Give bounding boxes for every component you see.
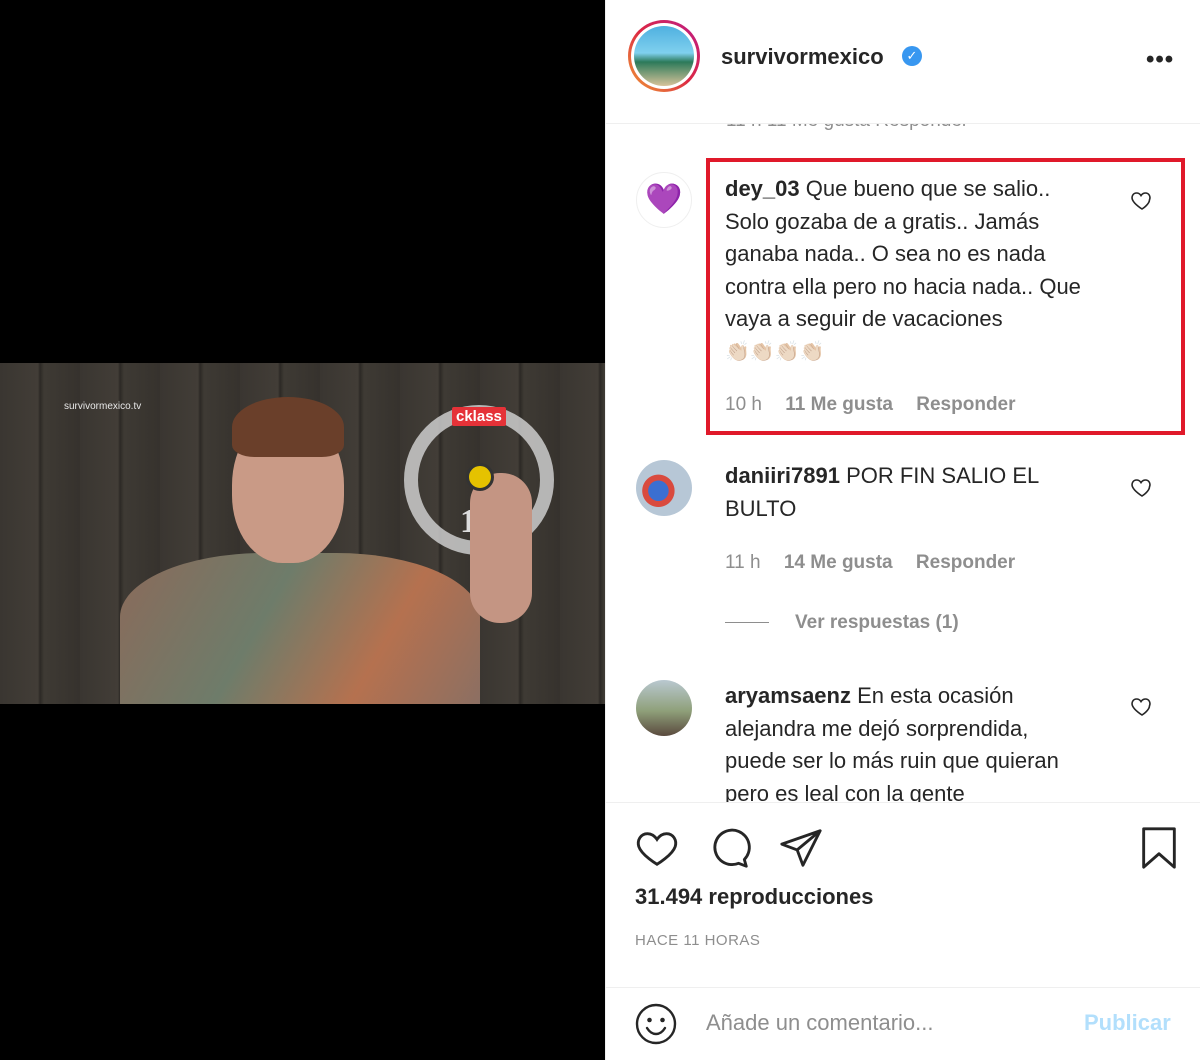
like-comment-heart-icon[interactable] — [1130, 475, 1154, 499]
reply-button[interactable]: Responder — [916, 552, 1015, 573]
post-timestamp: HACE 11 HORAS — [635, 932, 761, 949]
comment-meta: 10 h 11 Me gusta Responder — [725, 394, 1034, 416]
sponsor-logo: cklass — [452, 407, 506, 426]
publish-button[interactable]: Publicar — [1084, 1010, 1171, 1036]
view-replies-label: Ver respuestas (1) — [795, 612, 959, 633]
comment-username[interactable]: daniiri7891 — [725, 463, 840, 488]
cut-off-comment-meta: 11 h 11 Me gusta Responder — [726, 124, 968, 132]
post-panel: survivormexico ✓ ••• 11 h 11 Me gusta Re… — [605, 0, 1200, 1060]
save-bookmark-icon[interactable] — [1136, 825, 1182, 871]
comment-likes[interactable]: 14 Me gusta — [784, 552, 893, 573]
comment-emojis: 👏🏼👏🏼👏🏼👏🏼 — [725, 340, 825, 363]
comment-icon[interactable] — [706, 825, 752, 871]
comment-time[interactable]: 10 h — [725, 394, 762, 415]
commenter-avatar[interactable]: 💜 — [636, 172, 692, 228]
like-comment-heart-icon[interactable] — [1130, 694, 1154, 718]
profile-avatar[interactable] — [628, 20, 700, 92]
comment-username[interactable]: aryamsaenz — [725, 683, 851, 708]
comment-input[interactable] — [706, 1008, 1066, 1038]
like-comment-heart-icon[interactable] — [1130, 188, 1154, 212]
commenter-avatar[interactable] — [636, 680, 692, 736]
video-watermark: survivormexico.tv — [64, 401, 142, 412]
person-body — [120, 553, 480, 704]
comment-body: aryamsaenz En esta ocasión alejandra me … — [725, 680, 1095, 802]
person-hair — [232, 397, 344, 457]
comment-meta: 11 h 14 Me gusta Responder — [725, 552, 1033, 574]
person-arm — [470, 473, 532, 623]
comment-body: dey_03 Que bueno que se salio.. Solo goz… — [725, 173, 1095, 368]
more-options-icon[interactable]: ••• — [1146, 46, 1174, 74]
share-icon[interactable] — [778, 825, 824, 871]
held-object — [466, 463, 494, 491]
comment-likes[interactable]: 11 Me gusta — [785, 394, 893, 415]
comments-list[interactable]: 11 h 11 Me gusta Responder 💜 dey_03 Que … — [606, 124, 1200, 802]
profile-username[interactable]: survivormexico — [721, 44, 884, 70]
commenter-avatar[interactable] — [636, 460, 692, 516]
verified-badge-icon: ✓ — [902, 46, 922, 66]
video-pane[interactable]: 15 survivormexico.tv cklass — [0, 0, 605, 1060]
video-frame[interactable]: 15 survivormexico.tv cklass — [0, 363, 605, 704]
comment-username[interactable]: dey_03 — [725, 176, 800, 201]
comment-time[interactable]: 11 h — [725, 552, 761, 573]
post-header: survivormexico ✓ ••• — [606, 0, 1200, 124]
add-comment-bar: Publicar — [606, 987, 1200, 1060]
reply-button[interactable]: Responder — [916, 394, 1015, 415]
view-replies-button[interactable]: Ver respuestas (1) — [725, 612, 959, 634]
view-count[interactable]: 31.494 reproducciones — [635, 884, 873, 910]
like-heart-icon[interactable] — [634, 825, 680, 871]
comment-body: daniiri7891 POR FIN SALIO EL BULTO — [725, 460, 1095, 525]
emoji-icon[interactable] — [634, 1002, 678, 1046]
